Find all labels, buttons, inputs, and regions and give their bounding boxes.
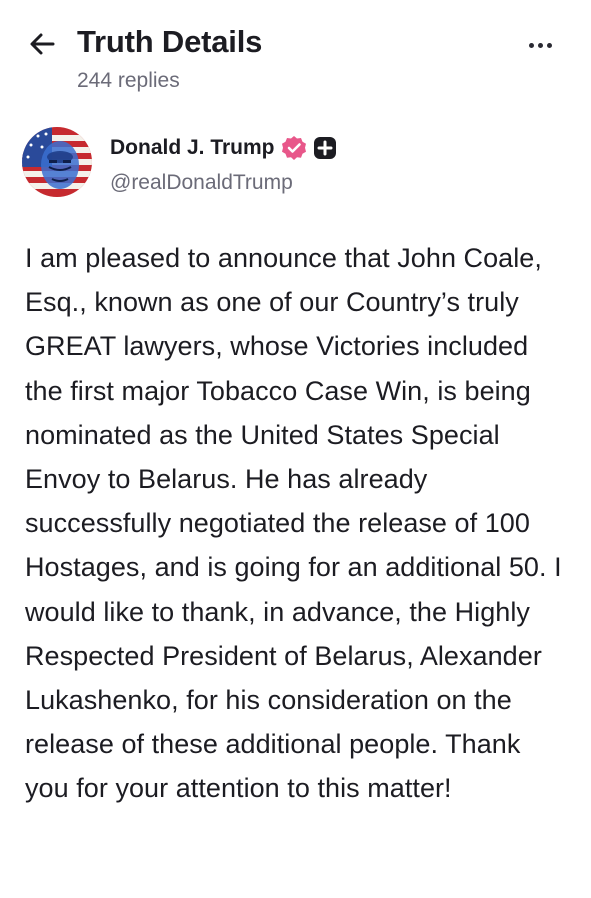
- replies-count: 244 replies: [77, 69, 180, 92]
- back-button[interactable]: [22, 26, 62, 62]
- verified-badge-icon: [281, 136, 306, 160]
- author-handle[interactable]: @realDonaldTrump: [110, 171, 293, 195]
- author-name-row: Donald J. Trump: [110, 135, 337, 161]
- post-author: Donald J. Trump @realDonaldTrump: [22, 127, 562, 201]
- more-options-button[interactable]: [518, 30, 562, 60]
- arrow-left-icon: [30, 33, 55, 55]
- page-title: Truth Details: [77, 24, 263, 59]
- avatar[interactable]: [22, 127, 92, 197]
- truth-plus-icon: [313, 137, 336, 159]
- post-header: Truth Details 244 replies: [0, 0, 591, 110]
- author-name[interactable]: Donald J. Trump: [110, 136, 275, 160]
- avatar-image: [22, 127, 92, 197]
- post-text: I am pleased to announce that John Coale…: [25, 243, 562, 804]
- more-horizontal-icon: [527, 42, 554, 48]
